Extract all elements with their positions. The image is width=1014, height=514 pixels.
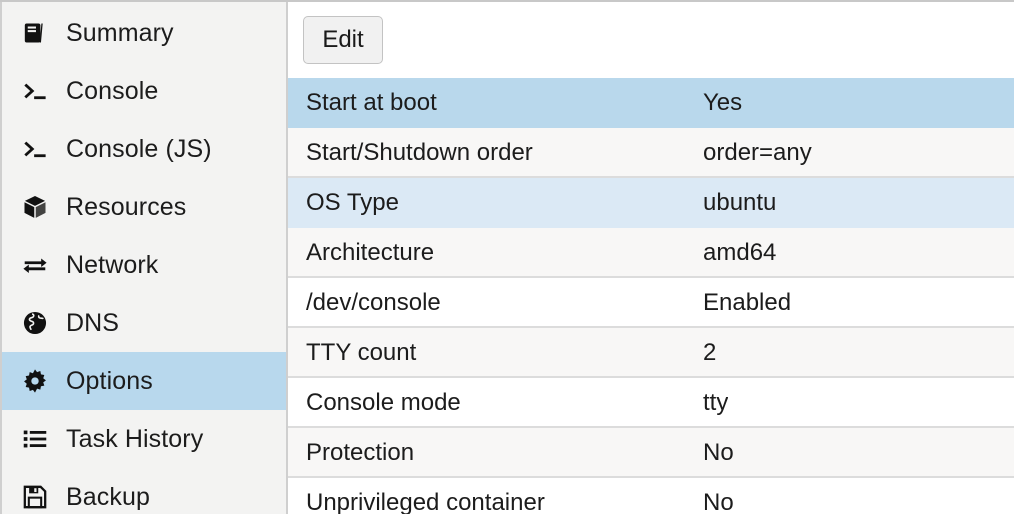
sidebar-item-label: Console bbox=[66, 76, 159, 105]
option-value: tty bbox=[703, 391, 729, 415]
sidebar-item-label: Options bbox=[66, 366, 153, 395]
option-value: No bbox=[703, 491, 734, 514]
option-value: Yes bbox=[703, 91, 743, 115]
table-row[interactable]: Start at boot Yes bbox=[288, 78, 1014, 128]
sidebar-item-label: Network bbox=[66, 250, 159, 279]
sidebar-item-summary[interactable]: Summary bbox=[2, 4, 286, 62]
sidebar-item-console[interactable]: Console bbox=[2, 62, 286, 120]
sidebar-item-label: Console (JS) bbox=[66, 134, 212, 163]
option-key: /dev/console bbox=[306, 291, 441, 315]
table-row[interactable]: Architecture amd64 bbox=[288, 228, 1014, 278]
option-key: Architecture bbox=[306, 241, 435, 265]
table-row[interactable]: Unprivileged container No bbox=[288, 478, 1014, 514]
option-value: Enabled bbox=[703, 291, 792, 315]
table-row[interactable]: Console mode tty bbox=[288, 378, 1014, 428]
options-table: Start at boot Yes Start/Shutdown order orde… bbox=[288, 78, 1014, 514]
option-value: order=any bbox=[703, 141, 812, 165]
table-row[interactable]: Start/Shutdown order order=any bbox=[288, 128, 1014, 178]
options-panel: Summary Console Console (JS) Resources Netwo… bbox=[0, 0, 1014, 514]
sidebar: Summary Console Console (JS) Resources Netwo… bbox=[0, 2, 288, 514]
content-area: Edit Start at boot Yes Start/Shutdown orde… bbox=[288, 2, 1014, 514]
toolbar: Edit bbox=[288, 2, 1014, 78]
sidebar-item-network[interactable]: Network bbox=[2, 236, 286, 294]
table-row[interactable]: Protection No bbox=[288, 428, 1014, 478]
sidebar-item-task-history[interactable]: Task History bbox=[2, 410, 286, 468]
option-key: Unprivileged container bbox=[306, 491, 545, 514]
option-key: Protection bbox=[306, 441, 415, 465]
terminal-icon bbox=[22, 136, 48, 162]
exchange-icon bbox=[22, 252, 48, 278]
sidebar-item-resources[interactable]: Resources bbox=[2, 178, 286, 236]
option-value: ubuntu bbox=[703, 191, 777, 215]
sidebar-item-label: Summary bbox=[66, 18, 174, 47]
sidebar-item-backup[interactable]: Backup bbox=[2, 468, 286, 514]
table-row[interactable]: /dev/console Enabled bbox=[288, 278, 1014, 328]
cube-icon bbox=[22, 194, 48, 220]
option-key: Start at boot bbox=[306, 91, 437, 115]
sidebar-item-dns[interactable]: DNS bbox=[2, 294, 286, 352]
sidebar-item-console-js[interactable]: Console (JS) bbox=[2, 120, 286, 178]
option-key: TTY count bbox=[306, 341, 417, 365]
table-row[interactable]: OS Type ubuntu bbox=[288, 178, 1014, 228]
option-value: No bbox=[703, 441, 734, 465]
option-key: Console mode bbox=[306, 391, 461, 415]
list-icon bbox=[22, 426, 48, 452]
edit-button[interactable]: Edit bbox=[303, 16, 383, 64]
sidebar-item-label: Task History bbox=[66, 424, 204, 453]
sidebar-item-label: Resources bbox=[66, 192, 187, 221]
option-key: Start/Shutdown order bbox=[306, 141, 533, 165]
sidebar-item-label: Backup bbox=[66, 482, 150, 511]
gear-icon bbox=[22, 368, 48, 394]
option-key: OS Type bbox=[306, 191, 399, 215]
option-value: 2 bbox=[703, 341, 717, 365]
table-row[interactable]: TTY count 2 bbox=[288, 328, 1014, 378]
terminal-icon bbox=[22, 78, 48, 104]
floppy-disk-icon bbox=[22, 484, 48, 510]
option-value: amd64 bbox=[703, 241, 777, 265]
sidebar-item-options[interactable]: Options bbox=[2, 352, 286, 410]
sidebar-item-label: DNS bbox=[66, 308, 120, 337]
globe-icon bbox=[22, 310, 48, 336]
book-icon bbox=[22, 20, 48, 46]
